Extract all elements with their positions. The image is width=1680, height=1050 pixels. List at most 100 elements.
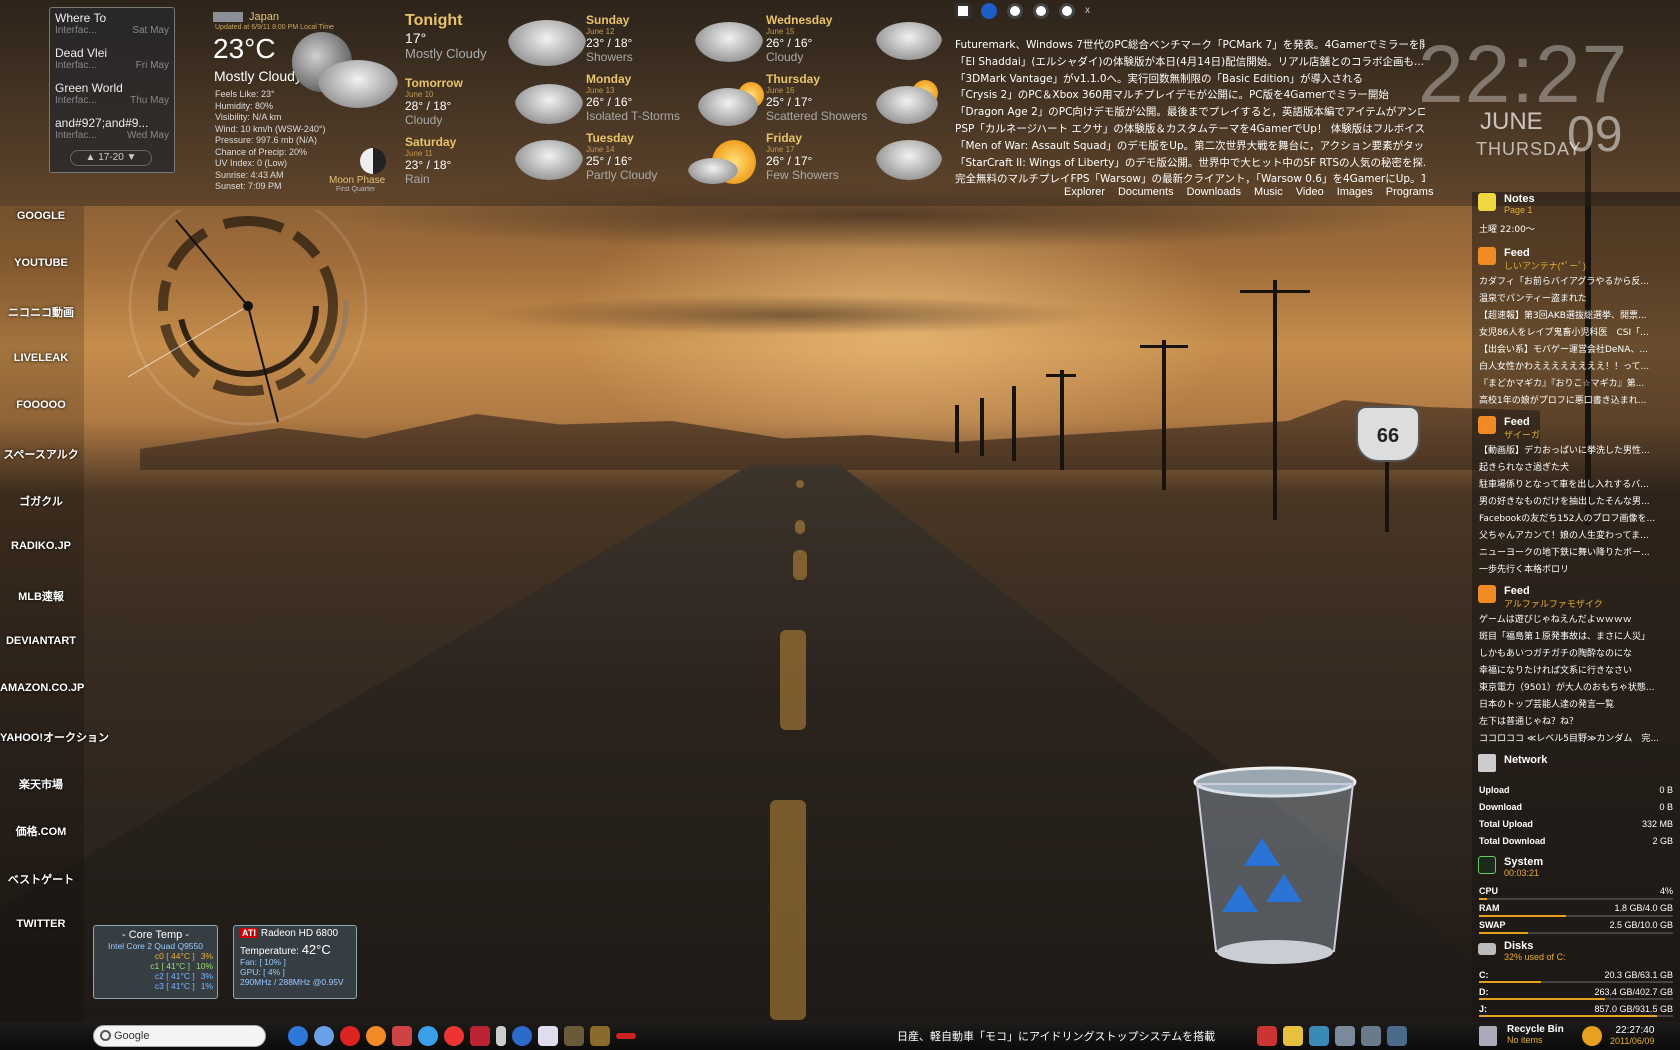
google-icon[interactable]	[1033, 3, 1049, 19]
feed-item[interactable]: 幸福になりたければ文系に行きなさい	[1479, 663, 1675, 680]
document-icon[interactable]	[538, 1026, 558, 1046]
quick-link-rakuten[interactable]: 楽天市場	[0, 776, 82, 823]
quick-link-radiko[interactable]: RADIKO.JP	[0, 540, 82, 587]
link-images[interactable]: Images	[1337, 186, 1373, 198]
feed-item[interactable]: 一歩先行く本格ボロリ	[1479, 562, 1675, 579]
feed-item[interactable]: 斑目「福島第１原発事故は、まさに人災」	[1479, 629, 1675, 646]
app-icon[interactable]	[1257, 1026, 1277, 1046]
gpu-monitor-gadget[interactable]: ATI Radeon HD 6800 Temperature: 42°C Fan:…	[233, 925, 357, 999]
core-temp-gadget[interactable]: - Core Temp - Intel Core 2 Quad Q9550 c0…	[93, 925, 218, 999]
disks-widget[interactable]: Disks 32% used of C:	[1478, 940, 1566, 962]
system-widget[interactable]: System 00:03:21	[1478, 856, 1543, 878]
close-icon[interactable]: x	[1085, 3, 1095, 19]
quick-link-mlb[interactable]: MLB速報	[0, 588, 82, 635]
link-music[interactable]: Music	[1254, 186, 1283, 198]
quick-link-kakaku[interactable]: 価格.COM	[0, 823, 82, 870]
feed-item[interactable]: ニューヨークの地下鉄に舞い降りたボー...	[1479, 545, 1675, 562]
feed-item[interactable]: ゲームは遊びじゃねえんだよｗｗｗｗ	[1479, 612, 1675, 629]
feed-item[interactable]: 温泉でパンティー盗まれた	[1479, 291, 1675, 308]
firefox-icon[interactable]	[366, 1026, 386, 1046]
quick-link-google[interactable]: GOOGLE	[0, 210, 82, 257]
chrome-icon[interactable]	[444, 1026, 464, 1046]
news-ticker[interactable]: 日産、軽自動車「モコ」にアイドリングストップシステムを搭載	[897, 1028, 1215, 1044]
feed-item[interactable]: 『まどかマギカ』『おりこ☆マギカ』第...	[1479, 376, 1675, 393]
link-documents[interactable]: Documents	[1118, 186, 1174, 198]
recent-item[interactable]: Dead Vlei Interfac... Fri May	[55, 46, 169, 81]
globe-icon[interactable]	[512, 1026, 532, 1046]
feed-item[interactable]: Facebookの友だち152人のプロフ画像を...	[1479, 511, 1675, 528]
feed-item[interactable]: 【超速報】第3回AKB選抜総選挙、開票...	[1479, 308, 1675, 325]
game-icon[interactable]	[590, 1026, 610, 1046]
google-icon[interactable]	[1059, 3, 1075, 19]
feed-widget-2[interactable]: Feed ザイーガ	[1478, 416, 1540, 441]
feed-item[interactable]: 父ちゃんアカンて！娘の人生変わってま...	[1479, 528, 1675, 545]
folder-icon[interactable]	[1361, 1026, 1381, 1046]
quick-link-gogakuru[interactable]: ゴガクル	[0, 493, 82, 540]
feed-item[interactable]: 高校1年の娘がプロフに悪口書き込まれ...	[1479, 393, 1675, 410]
feed-item[interactable]: カダフィ「お前らバイアグラやるから反...	[1479, 274, 1675, 291]
news-item[interactable]: 「Men of War: Assault Squad」のデモ版をUp。第二次世界…	[955, 138, 1425, 155]
ie-icon[interactable]	[288, 1026, 308, 1046]
quick-link-bestgate[interactable]: ベストゲート	[0, 871, 82, 918]
news-item[interactable]: 「El Shaddai」(エルシャダイ)の体験版が本日(4月14日)配信開始。リ…	[955, 54, 1425, 71]
feed-widget-3[interactable]: Feed アルファルファモザイク	[1478, 585, 1603, 610]
news-item[interactable]: 「3DMark Vantage」がv1.1.0へ。実行回数無制限の「Basic …	[955, 71, 1425, 88]
quick-link-amazon[interactable]: AMAZON.CO.JP	[0, 682, 84, 729]
quick-link-liveleak[interactable]: LIVELEAK	[0, 352, 82, 399]
quick-link-youtube[interactable]: YOUTUBE	[0, 257, 82, 304]
recent-pager[interactable]: ▲ 17-20 ▼	[70, 150, 152, 166]
recycle-bin-status[interactable]: Recycle Bin No items	[1507, 1024, 1564, 1045]
feed-item[interactable]: 起きられなさ過ぎた犬	[1479, 460, 1675, 477]
recent-item[interactable]: Green World Interfac... Thu May	[55, 81, 169, 116]
quick-link-nicovideo[interactable]: ニコニコ動画	[0, 304, 82, 351]
skype-icon[interactable]	[418, 1026, 438, 1046]
news-item[interactable]: PSP「カルネージハート エクサ」の体験版＆カスタムテーマを4GamerでUp！…	[955, 121, 1425, 138]
network-widget[interactable]: Network	[1478, 754, 1547, 772]
recent-item[interactable]: Where To Interfac... Sat May	[55, 11, 169, 46]
quick-link-twitter[interactable]: TWITTER	[0, 918, 82, 965]
feed-item[interactable]: 左下は普通じゃね？ね？	[1479, 714, 1675, 731]
game-icon[interactable]	[564, 1026, 584, 1046]
link-video[interactable]: Video	[1296, 186, 1324, 198]
opera-icon[interactable]	[340, 1026, 360, 1046]
feed-item[interactable]: 駐車場係りとなって車を出し入れするバ...	[1479, 477, 1675, 494]
quick-link-fooooo[interactable]: FOOOOO	[0, 399, 82, 446]
feed-item[interactable]: 日本のトップ芸能人達の発言一覧	[1479, 697, 1675, 714]
feed-item[interactable]: 女児86人をレイプ鬼畜小児科医 CSI「...	[1479, 325, 1675, 342]
quick-link-deviantart[interactable]: DEVIANTART	[0, 635, 82, 682]
feed-widget-1[interactable]: Feed しいアンテナ(*ﾟーﾟ)	[1478, 247, 1586, 272]
recycle-bin-small-icon[interactable]	[1479, 1026, 1497, 1046]
folder-icon[interactable]	[1283, 1026, 1303, 1046]
folder-icon[interactable]	[1309, 1026, 1329, 1046]
google-icon[interactable]	[1007, 3, 1023, 19]
folder-icon[interactable]	[1387, 1026, 1407, 1046]
notes-widget[interactable]: Notes Page 1	[1478, 193, 1535, 215]
feed-item[interactable]: ココロココ ≪レベル5目野≫カンダム 完...	[1479, 731, 1675, 748]
news-item[interactable]: 「Dragon Age 2」のPC向けデモ版が公開。最後までプレイすると，英語版…	[955, 104, 1425, 121]
link-programs[interactable]: Programs	[1386, 186, 1434, 198]
safari-icon[interactable]	[314, 1026, 334, 1046]
news-item[interactable]: Futuremark、Windows 7世代のPC総合ベンチマーク「PCMark…	[955, 37, 1425, 54]
recent-item[interactable]: and#927;and#9... Interfac... Wed May	[55, 116, 169, 151]
feed-item[interactable]: 【動画版】デカおっぱいに挙洗した男性...	[1479, 443, 1675, 460]
feed-item[interactable]: 白人女性かわええええええええ！！って...	[1479, 359, 1675, 376]
feed-item[interactable]: しかもあいつガチガチの陶酔なのにな	[1479, 646, 1675, 663]
usb-icon[interactable]	[496, 1026, 506, 1046]
globe-icon[interactable]	[981, 3, 997, 19]
widget-icon[interactable]	[955, 3, 971, 19]
folder-icon[interactable]	[1335, 1026, 1355, 1046]
feed-item[interactable]: 東京電力（9501）が大人のおもちゃ状態...	[1479, 680, 1675, 697]
google-search-box[interactable]: Google	[93, 1025, 266, 1047]
app-icon[interactable]	[470, 1026, 490, 1046]
feed-item[interactable]: 男の好きなものだけを抽出したそんな男...	[1479, 494, 1675, 511]
feed-item[interactable]: 【出会い系】モバゲー運営会社DeNA、...	[1479, 342, 1675, 359]
mail-icon[interactable]	[392, 1026, 412, 1046]
link-downloads[interactable]: Downloads	[1187, 186, 1241, 198]
link-explorer[interactable]: Explorer	[1064, 186, 1105, 198]
taskbar-clock[interactable]: 22:27:40 2011/06/09	[1610, 1025, 1654, 1046]
news-item[interactable]: 「Crysis 2」のPC＆Xbox 360用マルチプレイデモが公開に。PC版を…	[955, 87, 1425, 104]
news-item[interactable]: 「StarCraft II: Wings of Liberty」のデモ版公開。世…	[955, 155, 1425, 172]
quick-link-spacealc[interactable]: スペースアルク	[0, 446, 82, 493]
app-icon[interactable]	[616, 1033, 636, 1039]
recycle-bin-icon[interactable]	[1192, 766, 1358, 966]
